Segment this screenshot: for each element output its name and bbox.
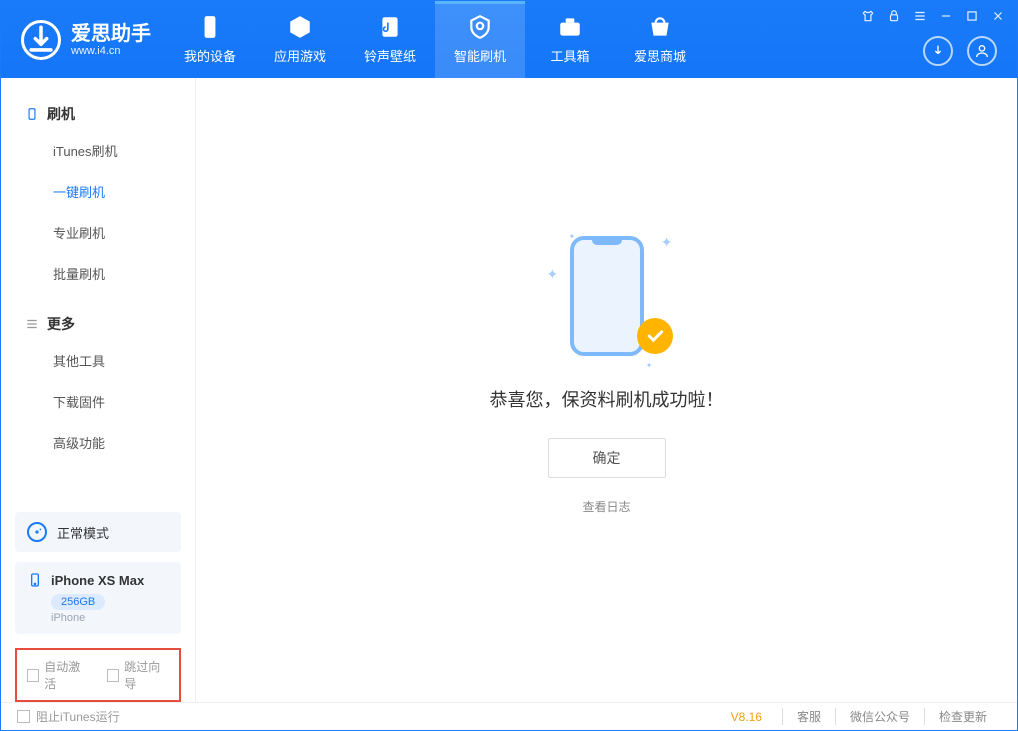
mode-icon (27, 522, 47, 542)
sidebar-item-advanced[interactable]: 高级功能 (1, 422, 195, 463)
checkbox-icon (17, 710, 30, 723)
sidebar-item-pro-flash[interactable]: 专业刷机 (1, 212, 195, 253)
link-support[interactable]: 客服 (782, 708, 835, 725)
storage-badge: 256GB (51, 594, 105, 610)
link-check-update[interactable]: 检查更新 (924, 708, 1001, 725)
main-content: ✦ ✦ ✦ ✦ 恭喜您，保资料刷机成功啦！ 确定 查看日志 (196, 78, 1017, 702)
statusbar: 阻止iTunes运行 V8.16 客服 微信公众号 检查更新 (1, 702, 1017, 730)
checkbox-skip-guide[interactable]: 跳过向导 (107, 658, 169, 692)
sidebar-group-title: 刷机 (47, 104, 75, 124)
version-label: V8.16 (731, 710, 762, 724)
ok-button[interactable]: 确定 (548, 438, 666, 478)
checkbox-label: 自动激活 (44, 658, 89, 692)
checkbox-icon (27, 669, 39, 682)
mode-label: 正常模式 (57, 523, 109, 542)
sidebar-group-title: 更多 (47, 314, 75, 334)
sidebar-item-batch-flash[interactable]: 批量刷机 (1, 253, 195, 294)
menu-icon[interactable] (913, 9, 927, 23)
close-icon[interactable] (991, 9, 1005, 23)
tab-apps-games[interactable]: 应用游戏 (255, 1, 345, 78)
tab-label: 智能刷机 (454, 46, 506, 65)
device-type: iPhone (51, 612, 169, 624)
highlighted-options: 自动激活 跳过向导 (15, 648, 181, 702)
tab-label: 铃声壁纸 (364, 46, 416, 65)
tab-my-device[interactable]: 我的设备 (165, 1, 255, 78)
sidebar-item-download-firmware[interactable]: 下载固件 (1, 381, 195, 422)
user-icon[interactable] (967, 36, 997, 66)
tab-label: 爱思商城 (634, 46, 686, 65)
success-illustration: ✦ ✦ ✦ ✦ (547, 226, 667, 366)
sidebar-group-more: 更多 (1, 308, 195, 340)
sidebar-group-flash: 刷机 (1, 98, 195, 130)
sidebar-item-oneclick-flash[interactable]: 一键刷机 (1, 171, 195, 212)
mode-card[interactable]: 正常模式 (15, 512, 181, 552)
tshirt-icon[interactable] (861, 9, 875, 23)
minimize-icon[interactable] (939, 9, 953, 23)
header-actions (923, 36, 997, 66)
checkbox-icon (107, 669, 119, 682)
tab-smart-flash[interactable]: 智能刷机 (435, 1, 525, 78)
maximize-icon[interactable] (965, 9, 979, 23)
checkbox-prevent-itunes[interactable]: 阻止iTunes运行 (17, 708, 120, 725)
device-card[interactable]: iPhone XS Max 256GB iPhone (15, 562, 181, 634)
lock-icon[interactable] (887, 9, 901, 23)
success-message: 恭喜您，保资料刷机成功啦！ (490, 386, 724, 412)
tab-label: 我的设备 (184, 46, 236, 65)
link-wechat[interactable]: 微信公众号 (835, 708, 924, 725)
tab-ringtones-wallpapers[interactable]: 铃声壁纸 (345, 1, 435, 78)
checkbox-label: 跳过向导 (124, 658, 169, 692)
tab-toolbox[interactable]: 工具箱 (525, 1, 615, 78)
tab-store[interactable]: 爱思商城 (615, 1, 705, 78)
phone-icon (27, 572, 43, 588)
main-tabs: 我的设备 应用游戏 铃声壁纸 智能刷机 工具箱 爱思商城 (165, 1, 705, 78)
app-logo: 爱思助手 www.i4.cn (1, 20, 165, 60)
device-name-row: iPhone XS Max (27, 572, 169, 588)
sidebar-item-itunes-flash[interactable]: iTunes刷机 (1, 130, 195, 171)
checkbox-auto-activate[interactable]: 自动激活 (27, 658, 89, 692)
tab-label: 应用游戏 (274, 46, 326, 65)
app-name: 爱思助手 (71, 23, 151, 45)
sidebar-item-other-tools[interactable]: 其他工具 (1, 340, 195, 381)
sidebar: 刷机 iTunes刷机 一键刷机 专业刷机 批量刷机 更多 其他工具 下载固件 … (1, 78, 196, 702)
tab-label: 工具箱 (550, 46, 589, 65)
device-name: iPhone XS Max (51, 573, 144, 588)
app-domain: www.i4.cn (71, 45, 151, 57)
logo-icon (21, 20, 61, 60)
download-icon[interactable] (923, 36, 953, 66)
check-icon (637, 318, 673, 354)
view-log-link[interactable]: 查看日志 (582, 498, 630, 515)
checkbox-label: 阻止iTunes运行 (36, 708, 120, 725)
titlebar: 爱思助手 www.i4.cn 我的设备 应用游戏 铃声壁纸 智能刷机 工具箱 爱… (1, 1, 1017, 78)
window-controls (861, 9, 1005, 23)
